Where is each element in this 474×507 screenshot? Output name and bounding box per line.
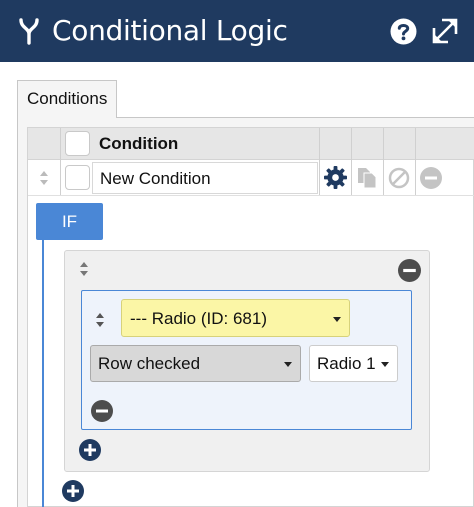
chevron-down-icon xyxy=(284,362,292,367)
sort-handle-icon[interactable] xyxy=(39,170,49,186)
disable-icon[interactable] xyxy=(388,167,410,189)
table-row: New Condition xyxy=(28,160,474,196)
field-select[interactable]: --- Radio (ID: 681) xyxy=(121,299,350,337)
value-select-value: Radio 1 xyxy=(317,354,376,373)
remove-condition-icon[interactable] xyxy=(420,167,442,189)
copy-icon[interactable] xyxy=(357,167,378,189)
chevron-down-icon xyxy=(381,362,389,367)
field-select-value: --- Radio (ID: 681) xyxy=(130,309,267,328)
table-header-row: Condition xyxy=(28,128,474,160)
logic-connector-line xyxy=(42,240,44,507)
add-group-icon[interactable] xyxy=(62,480,84,502)
expand-arrows-icon[interactable] xyxy=(432,18,458,44)
condition-name-input[interactable]: New Condition xyxy=(92,162,318,194)
condition-column-header: Condition xyxy=(99,134,179,153)
remove-rule-icon[interactable] xyxy=(91,400,113,422)
chevron-down-icon xyxy=(333,317,341,322)
remove-group-icon[interactable] xyxy=(398,259,421,282)
dialog-title: Conditional Logic xyxy=(52,14,288,47)
group-sort-handle-icon[interactable] xyxy=(79,261,89,277)
select-all-checkbox[interactable] xyxy=(65,131,90,156)
branch-icon xyxy=(19,18,39,45)
titlebar: Conditional Logic xyxy=(0,0,474,62)
operator-select[interactable]: Row checked xyxy=(90,345,301,382)
add-rule-icon[interactable] xyxy=(79,439,101,461)
row-checkbox[interactable] xyxy=(65,165,90,190)
operator-select-value: Row checked xyxy=(98,354,201,373)
gear-icon[interactable] xyxy=(324,166,347,189)
if-button[interactable]: IF xyxy=(36,203,103,240)
rule-sort-handle-icon[interactable] xyxy=(95,312,105,328)
value-select[interactable]: Radio 1 xyxy=(309,345,398,382)
help-circle-icon[interactable] xyxy=(390,18,417,45)
tab-conditions[interactable]: Conditions xyxy=(17,80,117,118)
